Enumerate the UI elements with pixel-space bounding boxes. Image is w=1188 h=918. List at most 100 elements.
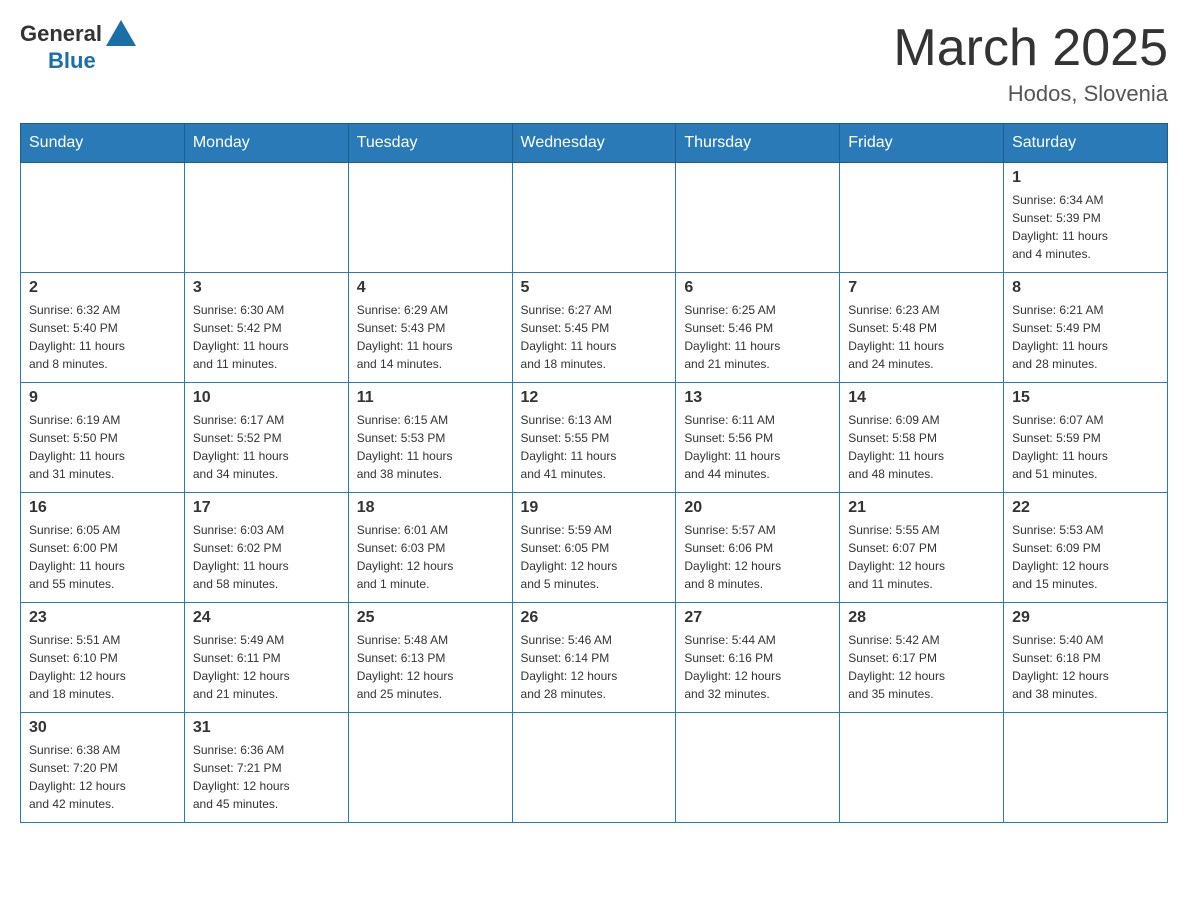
- day-info: Sunrise: 6:25 AMSunset: 5:46 PMDaylight:…: [684, 301, 831, 373]
- logo: General Blue: [20, 20, 136, 74]
- day-number: 22: [1012, 499, 1159, 517]
- calendar-cell: [512, 163, 676, 273]
- calendar-week-row: 1Sunrise: 6:34 AMSunset: 5:39 PMDaylight…: [21, 163, 1168, 273]
- calendar-cell: 29 Sunrise: 5:40 AMSunset: 6:18 PMDayligh…: [1004, 603, 1168, 713]
- calendar-cell: 31 Sunrise: 6:36 AMSunset: 7:21 PMDayligh…: [184, 713, 348, 823]
- day-info: Sunrise: 6:36 AMSunset: 7:21 PMDaylight:…: [193, 741, 340, 813]
- calendar-cell: 30 Sunrise: 6:38 AMSunset: 7:20 PMDayligh…: [21, 713, 185, 823]
- calendar-cell: 8Sunrise: 6:21 AMSunset: 5:49 PMDaylight…: [1004, 273, 1168, 383]
- day-info: Sunrise: 6:29 AMSunset: 5:43 PMDaylight:…: [357, 301, 504, 373]
- calendar-cell: 13 Sunrise: 6:11 AMSunset: 5:56 PMDayligh…: [676, 383, 840, 493]
- day-info: Sunrise: 6:32 AMSunset: 5:40 PMDaylight:…: [29, 301, 176, 373]
- calendar-header-thursday: Thursday: [676, 124, 840, 163]
- day-number: 23: [29, 609, 176, 627]
- day-info: Sunrise: 5:57 AMSunset: 6:06 PMDaylight:…: [684, 521, 831, 593]
- calendar-header-wednesday: Wednesday: [512, 124, 676, 163]
- day-number: 13: [684, 389, 831, 407]
- day-number: 3: [193, 279, 340, 297]
- day-number: 9: [29, 389, 176, 407]
- calendar-cell: [1004, 713, 1168, 823]
- calendar-cell: [21, 163, 185, 273]
- calendar-cell: 24 Sunrise: 5:49 AMSunset: 6:11 PMDayligh…: [184, 603, 348, 713]
- day-number: 25: [357, 609, 504, 627]
- title-section: March 2025 Hodos, Slovenia: [893, 20, 1168, 107]
- day-number: 17: [193, 499, 340, 517]
- day-info: Sunrise: 6:01 AMSunset: 6:03 PMDaylight:…: [357, 521, 504, 593]
- calendar-cell: 22 Sunrise: 5:53 AMSunset: 6:09 PMDayligh…: [1004, 493, 1168, 603]
- day-number: 21: [848, 499, 995, 517]
- day-number: 20: [684, 499, 831, 517]
- calendar-cell: [184, 163, 348, 273]
- calendar-cell: 14Sunrise: 6:09 AMSunset: 5:58 PMDayligh…: [840, 383, 1004, 493]
- calendar-cell: [512, 713, 676, 823]
- calendar-cell: 25Sunrise: 5:48 AMSunset: 6:13 PMDayligh…: [348, 603, 512, 713]
- day-number: 28: [848, 609, 995, 627]
- calendar-cell: 2 Sunrise: 6:32 AMSunset: 5:40 PMDaylight…: [21, 273, 185, 383]
- day-info: Sunrise: 6:11 AMSunset: 5:56 PMDaylight:…: [684, 411, 831, 483]
- day-number: 15: [1012, 389, 1159, 407]
- calendar-cell: [348, 713, 512, 823]
- calendar-cell: [676, 163, 840, 273]
- page-header: General Blue March 2025 Hodos, Slovenia: [20, 20, 1168, 107]
- day-number: 2: [29, 279, 176, 297]
- calendar-cell: 5Sunrise: 6:27 AMSunset: 5:45 PMDaylight…: [512, 273, 676, 383]
- day-number: 30: [29, 719, 176, 737]
- calendar-header-saturday: Saturday: [1004, 124, 1168, 163]
- day-info: Sunrise: 6:38 AMSunset: 7:20 PMDaylight:…: [29, 741, 176, 813]
- day-info: Sunrise: 6:23 AMSunset: 5:48 PMDaylight:…: [848, 301, 995, 373]
- logo-general-row: General: [20, 20, 136, 48]
- day-info: Sunrise: 6:03 AMSunset: 6:02 PMDaylight:…: [193, 521, 340, 593]
- calendar-cell: 4 Sunrise: 6:29 AMSunset: 5:43 PMDaylight…: [348, 273, 512, 383]
- day-info: Sunrise: 5:53 AMSunset: 6:09 PMDaylight:…: [1012, 521, 1159, 593]
- calendar-cell: 19 Sunrise: 5:59 AMSunset: 6:05 PMDayligh…: [512, 493, 676, 603]
- day-info: Sunrise: 6:27 AMSunset: 5:45 PMDaylight:…: [521, 301, 668, 373]
- day-number: 12: [521, 389, 668, 407]
- day-info: Sunrise: 5:44 AMSunset: 6:16 PMDaylight:…: [684, 631, 831, 703]
- calendar-table: SundayMondayTuesdayWednesdayThursdayFrid…: [20, 123, 1168, 823]
- calendar-cell: 28Sunrise: 5:42 AMSunset: 6:17 PMDayligh…: [840, 603, 1004, 713]
- day-info: Sunrise: 5:40 AMSunset: 6:18 PMDaylight:…: [1012, 631, 1159, 703]
- calendar-cell: 10Sunrise: 6:17 AMSunset: 5:52 PMDayligh…: [184, 383, 348, 493]
- calendar-cell: [840, 713, 1004, 823]
- calendar-header-row: SundayMondayTuesdayWednesdayThursdayFrid…: [21, 124, 1168, 163]
- day-info: Sunrise: 5:59 AMSunset: 6:05 PMDaylight:…: [521, 521, 668, 593]
- calendar-week-row: 2 Sunrise: 6:32 AMSunset: 5:40 PMDaylight…: [21, 273, 1168, 383]
- logo-blue-label: Blue: [48, 48, 96, 73]
- calendar-week-row: 9Sunrise: 6:19 AMSunset: 5:50 PMDaylight…: [21, 383, 1168, 493]
- calendar-cell: 18Sunrise: 6:01 AMSunset: 6:03 PMDayligh…: [348, 493, 512, 603]
- day-number: 4: [357, 279, 504, 297]
- day-number: 19: [521, 499, 668, 517]
- calendar-header-monday: Monday: [184, 124, 348, 163]
- day-number: 31: [193, 719, 340, 737]
- day-info: Sunrise: 6:09 AMSunset: 5:58 PMDaylight:…: [848, 411, 995, 483]
- day-number: 27: [684, 609, 831, 627]
- logo-blue-text: Blue: [20, 48, 96, 74]
- day-info: Sunrise: 6:15 AMSunset: 5:53 PMDaylight:…: [357, 411, 504, 483]
- calendar-cell: 3Sunrise: 6:30 AMSunset: 5:42 PMDaylight…: [184, 273, 348, 383]
- day-number: 29: [1012, 609, 1159, 627]
- day-number: 24: [193, 609, 340, 627]
- day-number: 7: [848, 279, 995, 297]
- day-info: Sunrise: 5:55 AMSunset: 6:07 PMDaylight:…: [848, 521, 995, 593]
- day-info: Sunrise: 6:05 AMSunset: 6:00 PMDaylight:…: [29, 521, 176, 593]
- calendar-cell: [676, 713, 840, 823]
- day-number: 26: [521, 609, 668, 627]
- logo-triangle-icon: [106, 20, 136, 46]
- calendar-header-sunday: Sunday: [21, 124, 185, 163]
- logo-text-general: General: [20, 21, 102, 47]
- calendar-cell: 1Sunrise: 6:34 AMSunset: 5:39 PMDaylight…: [1004, 163, 1168, 273]
- day-number: 1: [1012, 169, 1159, 187]
- day-info: Sunrise: 5:49 AMSunset: 6:11 PMDaylight:…: [193, 631, 340, 703]
- calendar-header-friday: Friday: [840, 124, 1004, 163]
- calendar-week-row: 23Sunrise: 5:51 AMSunset: 6:10 PMDayligh…: [21, 603, 1168, 713]
- day-number: 16: [29, 499, 176, 517]
- day-info: Sunrise: 5:46 AMSunset: 6:14 PMDaylight:…: [521, 631, 668, 703]
- calendar-cell: 20 Sunrise: 5:57 AMSunset: 6:06 PMDayligh…: [676, 493, 840, 603]
- day-info: Sunrise: 6:07 AMSunset: 5:59 PMDaylight:…: [1012, 411, 1159, 483]
- day-info: Sunrise: 6:13 AMSunset: 5:55 PMDaylight:…: [521, 411, 668, 483]
- calendar-cell: 6Sunrise: 6:25 AMSunset: 5:46 PMDaylight…: [676, 273, 840, 383]
- calendar-cell: 15 Sunrise: 6:07 AMSunset: 5:59 PMDayligh…: [1004, 383, 1168, 493]
- calendar-cell: 21 Sunrise: 5:55 AMSunset: 6:07 PMDayligh…: [840, 493, 1004, 603]
- calendar-cell: 9Sunrise: 6:19 AMSunset: 5:50 PMDaylight…: [21, 383, 185, 493]
- calendar-cell: 26 Sunrise: 5:46 AMSunset: 6:14 PMDayligh…: [512, 603, 676, 713]
